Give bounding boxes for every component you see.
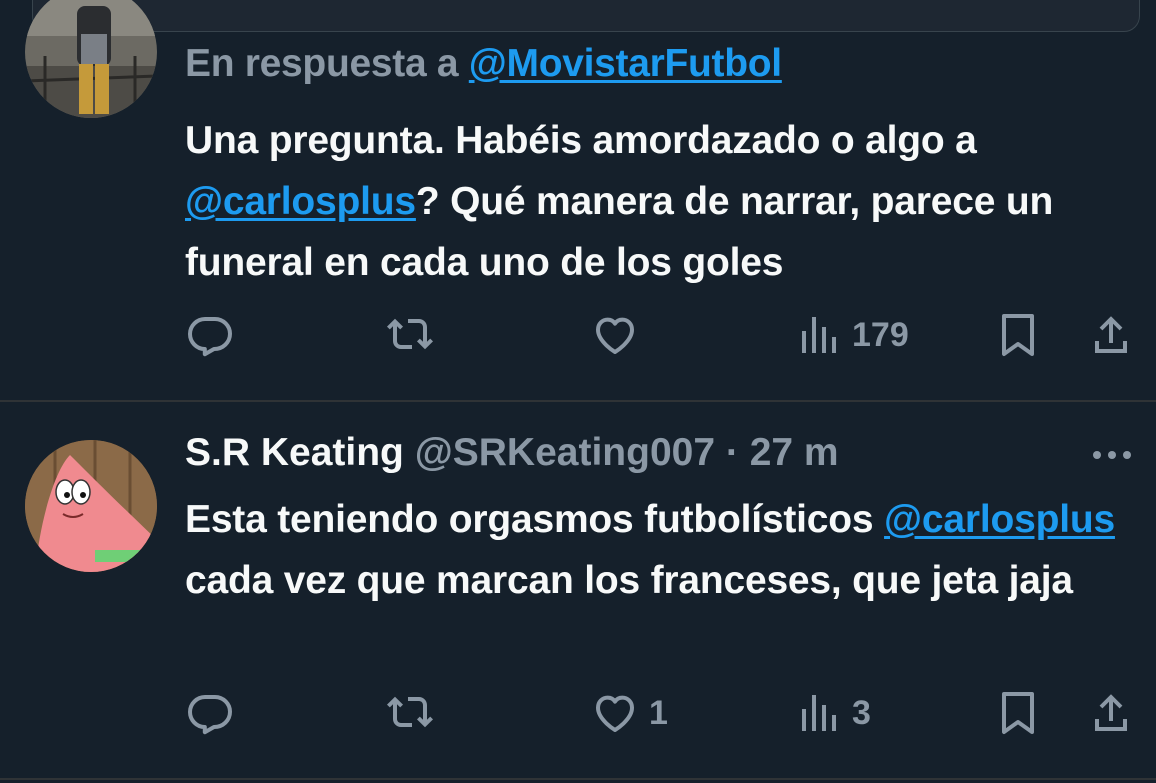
- author-handle[interactable]: @SRKeating007: [415, 431, 715, 474]
- bookmark-icon: [1002, 692, 1034, 734]
- reply-prefix: En respuesta a: [185, 42, 469, 85]
- reply-button[interactable]: [186, 683, 234, 743]
- bookmark-icon: [1002, 314, 1034, 356]
- tweet-header: S.R Keating @SRKeating007 · 27 m: [185, 431, 839, 475]
- tweet-text-part: Una pregunta. Habéis amordazado o algo a: [185, 119, 977, 162]
- action-bar: 179: [0, 305, 1156, 365]
- reply-to-link[interactable]: @MovistarFutbol: [469, 42, 782, 85]
- views-button[interactable]: 3: [794, 683, 871, 743]
- share-icon: [1095, 694, 1127, 731]
- bookmark-button[interactable]: [994, 305, 1042, 365]
- mention-link[interactable]: @carlosplus: [884, 498, 1115, 541]
- avatar[interactable]: [25, 440, 157, 572]
- tweet[interactable]: S.R Keating @SRKeating007 · 27 m Esta te…: [0, 403, 1156, 778]
- tweet-text: Esta teniendo orgasmos futbolísticos @ca…: [185, 489, 1145, 611]
- timestamp[interactable]: 27 m: [750, 431, 839, 474]
- like-count: 1: [649, 693, 668, 732]
- share-button[interactable]: [1087, 305, 1135, 365]
- tweet-text: Una pregunta. Habéis amordazado o algo a…: [185, 110, 1145, 293]
- reply-button[interactable]: [186, 305, 234, 365]
- view-count: 3: [852, 693, 871, 732]
- more-options-button[interactable]: [1090, 443, 1134, 467]
- action-bar: 1 3: [0, 683, 1156, 743]
- views-chart-icon: [802, 695, 836, 731]
- avatar[interactable]: [25, 0, 157, 118]
- retweet-icon: [387, 318, 433, 350]
- author-name[interactable]: S.R Keating: [185, 431, 404, 474]
- tweet-divider: [0, 778, 1156, 780]
- bookmark-button[interactable]: [994, 683, 1042, 743]
- retweet-icon: [387, 696, 433, 728]
- like-button[interactable]: 1: [591, 683, 668, 743]
- reply-icon: [188, 695, 232, 735]
- retweet-button[interactable]: [386, 305, 434, 365]
- reply-context: En respuesta a @MovistarFutbol: [185, 42, 782, 86]
- tweet-text-part: Esta teniendo orgasmos futbolísticos: [185, 498, 885, 541]
- view-count: 179: [852, 315, 909, 354]
- share-icon: [1095, 316, 1127, 353]
- views-button[interactable]: 179: [794, 305, 909, 365]
- tweet-text-part: cada vez que marcan los franceses, que j…: [185, 559, 1073, 602]
- share-button[interactable]: [1087, 683, 1135, 743]
- retweet-button[interactable]: [386, 683, 434, 743]
- heart-icon: [596, 317, 634, 354]
- reply-icon: [188, 317, 232, 357]
- heart-icon: [596, 695, 634, 732]
- tweet[interactable]: En respuesta a @MovistarFutbol Una pregu…: [0, 0, 1156, 400]
- tweet-divider: [0, 400, 1156, 402]
- mention-link[interactable]: @carlosplus: [185, 180, 416, 223]
- separator: ·: [715, 431, 750, 474]
- more-dots-icon: [1093, 451, 1131, 459]
- like-button[interactable]: [591, 305, 639, 365]
- views-chart-icon: [802, 317, 836, 353]
